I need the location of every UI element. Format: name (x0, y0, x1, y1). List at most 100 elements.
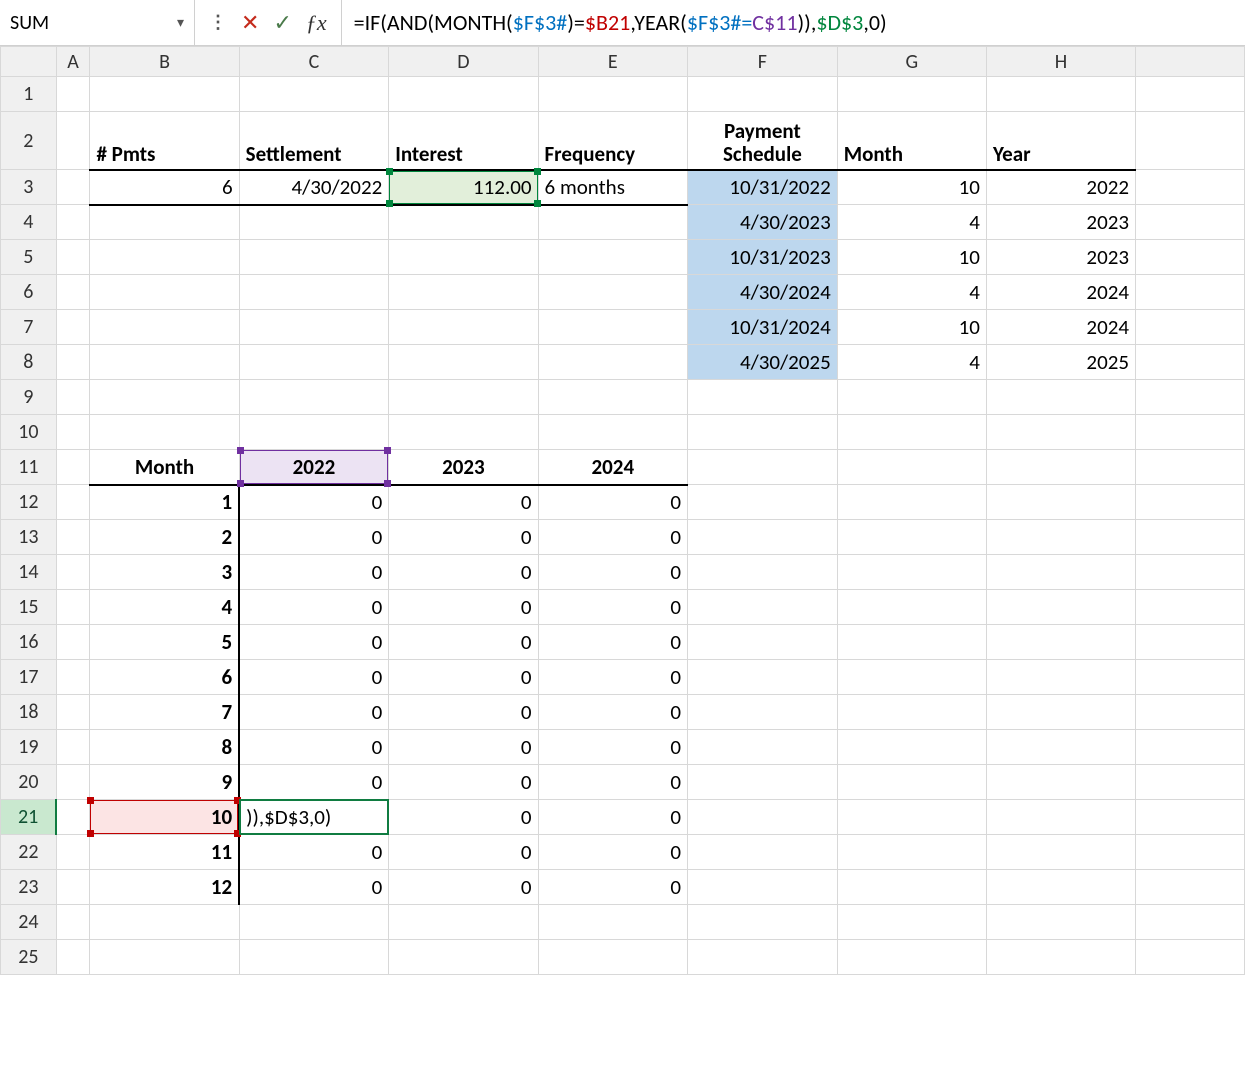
cell[interactable] (389, 380, 538, 415)
row-header-active[interactable]: 21 (1, 800, 57, 835)
cell[interactable] (1136, 520, 1245, 555)
cell[interactable]: 6 months (538, 170, 688, 205)
cell[interactable] (56, 695, 90, 730)
cell[interactable] (986, 870, 1135, 905)
cell[interactable] (1136, 77, 1245, 112)
cell-D3[interactable]: 112.00 (389, 170, 538, 205)
cell[interactable] (986, 660, 1135, 695)
cell[interactable] (688, 905, 838, 940)
col-header-H[interactable]: H (986, 47, 1135, 77)
cell[interactable]: 0 (389, 485, 538, 520)
cell[interactable] (986, 940, 1135, 975)
col-header-E[interactable]: E (538, 47, 688, 77)
cell[interactable] (688, 77, 838, 112)
chevron-down-icon[interactable]: ▾ (177, 14, 184, 31)
cell[interactable] (56, 590, 90, 625)
cell[interactable]: Settlement (239, 112, 389, 170)
cell[interactable]: 0 (538, 800, 688, 835)
cell[interactable]: 0 (239, 555, 389, 590)
row-header[interactable]: 19 (1, 730, 57, 765)
cell[interactable] (239, 240, 389, 275)
cell[interactable] (986, 415, 1135, 450)
cell[interactable] (389, 940, 538, 975)
row-header[interactable]: 18 (1, 695, 57, 730)
cell[interactable] (688, 835, 838, 870)
cell[interactable] (837, 695, 986, 730)
cell[interactable] (837, 940, 986, 975)
cell[interactable] (837, 590, 986, 625)
cell[interactable]: 0 (538, 730, 688, 765)
cell[interactable] (56, 765, 90, 800)
cell[interactable] (239, 380, 389, 415)
cell[interactable]: 10 (837, 170, 986, 205)
col-header-C[interactable]: C (239, 47, 389, 77)
cell[interactable] (688, 590, 838, 625)
cell[interactable] (688, 695, 838, 730)
row-header[interactable]: 4 (1, 205, 57, 240)
cell[interactable] (90, 310, 239, 345)
cell[interactable]: 9 (90, 765, 239, 800)
cell[interactable] (986, 555, 1135, 590)
row-header[interactable]: 17 (1, 660, 57, 695)
cell[interactable] (986, 835, 1135, 870)
cell[interactable] (986, 800, 1135, 835)
cell[interactable] (837, 520, 986, 555)
row-header[interactable]: 12 (1, 485, 57, 520)
cell[interactable] (986, 485, 1135, 520)
cell[interactable] (389, 905, 538, 940)
cell[interactable] (1136, 765, 1245, 800)
cell[interactable]: 0 (239, 590, 389, 625)
cell[interactable] (688, 730, 838, 765)
cell[interactable] (688, 870, 838, 905)
cell[interactable]: PaymentSchedule (688, 112, 838, 170)
cell[interactable]: 0 (389, 765, 538, 800)
cell[interactable]: 12 (90, 870, 239, 905)
cell[interactable]: 2022 (986, 170, 1135, 205)
row-header[interactable]: 22 (1, 835, 57, 870)
cell[interactable] (688, 625, 838, 660)
row-header[interactable]: 2 (1, 112, 57, 170)
cell[interactable] (538, 380, 688, 415)
cell[interactable] (239, 415, 389, 450)
cell[interactable] (538, 345, 688, 380)
cell[interactable] (986, 765, 1135, 800)
cell-B21[interactable]: 10 (90, 800, 239, 835)
cell[interactable] (56, 415, 90, 450)
col-header-F[interactable]: F (688, 47, 838, 77)
cell[interactable]: 4 (837, 275, 986, 310)
cell[interactable]: 0 (239, 660, 389, 695)
col-header-G[interactable]: G (837, 47, 986, 77)
cell[interactable]: 2024 (986, 275, 1135, 310)
cell[interactable]: 0 (389, 695, 538, 730)
cell[interactable] (837, 415, 986, 450)
cell[interactable] (538, 240, 688, 275)
cell[interactable] (1136, 660, 1245, 695)
cell[interactable]: 10/31/2023 (688, 240, 838, 275)
formula-input[interactable]: =IF(AND(MONTH($F$3#)=$B21,YEAR($F$3#=C$1… (342, 9, 1245, 36)
row-header[interactable]: 3 (1, 170, 57, 205)
row-header[interactable]: 8 (1, 345, 57, 380)
cell[interactable] (389, 240, 538, 275)
cell[interactable] (837, 380, 986, 415)
cell[interactable] (389, 275, 538, 310)
cell[interactable] (538, 275, 688, 310)
cell[interactable] (90, 275, 239, 310)
cell[interactable]: 4/30/2024 (688, 275, 838, 310)
row-header[interactable]: 10 (1, 415, 57, 450)
cell[interactable] (837, 625, 986, 660)
cell[interactable]: 4 (90, 590, 239, 625)
cell[interactable]: 2024 (986, 310, 1135, 345)
cell[interactable]: 2023 (389, 450, 538, 485)
cell[interactable] (1136, 450, 1245, 485)
col-header-D[interactable]: D (389, 47, 538, 77)
cell[interactable] (56, 660, 90, 695)
row-header[interactable]: 25 (1, 940, 57, 975)
cell[interactable] (1136, 555, 1245, 590)
spreadsheet-grid[interactable]: A B C D E F G H 1 2 # Pmts Settlement In… (0, 46, 1245, 975)
cell[interactable]: Month (90, 450, 239, 485)
cell[interactable] (389, 77, 538, 112)
cell[interactable] (1136, 905, 1245, 940)
cell[interactable]: 2 (90, 520, 239, 555)
more-icon[interactable]: ⋮ (209, 18, 227, 27)
cell[interactable]: 0 (538, 765, 688, 800)
